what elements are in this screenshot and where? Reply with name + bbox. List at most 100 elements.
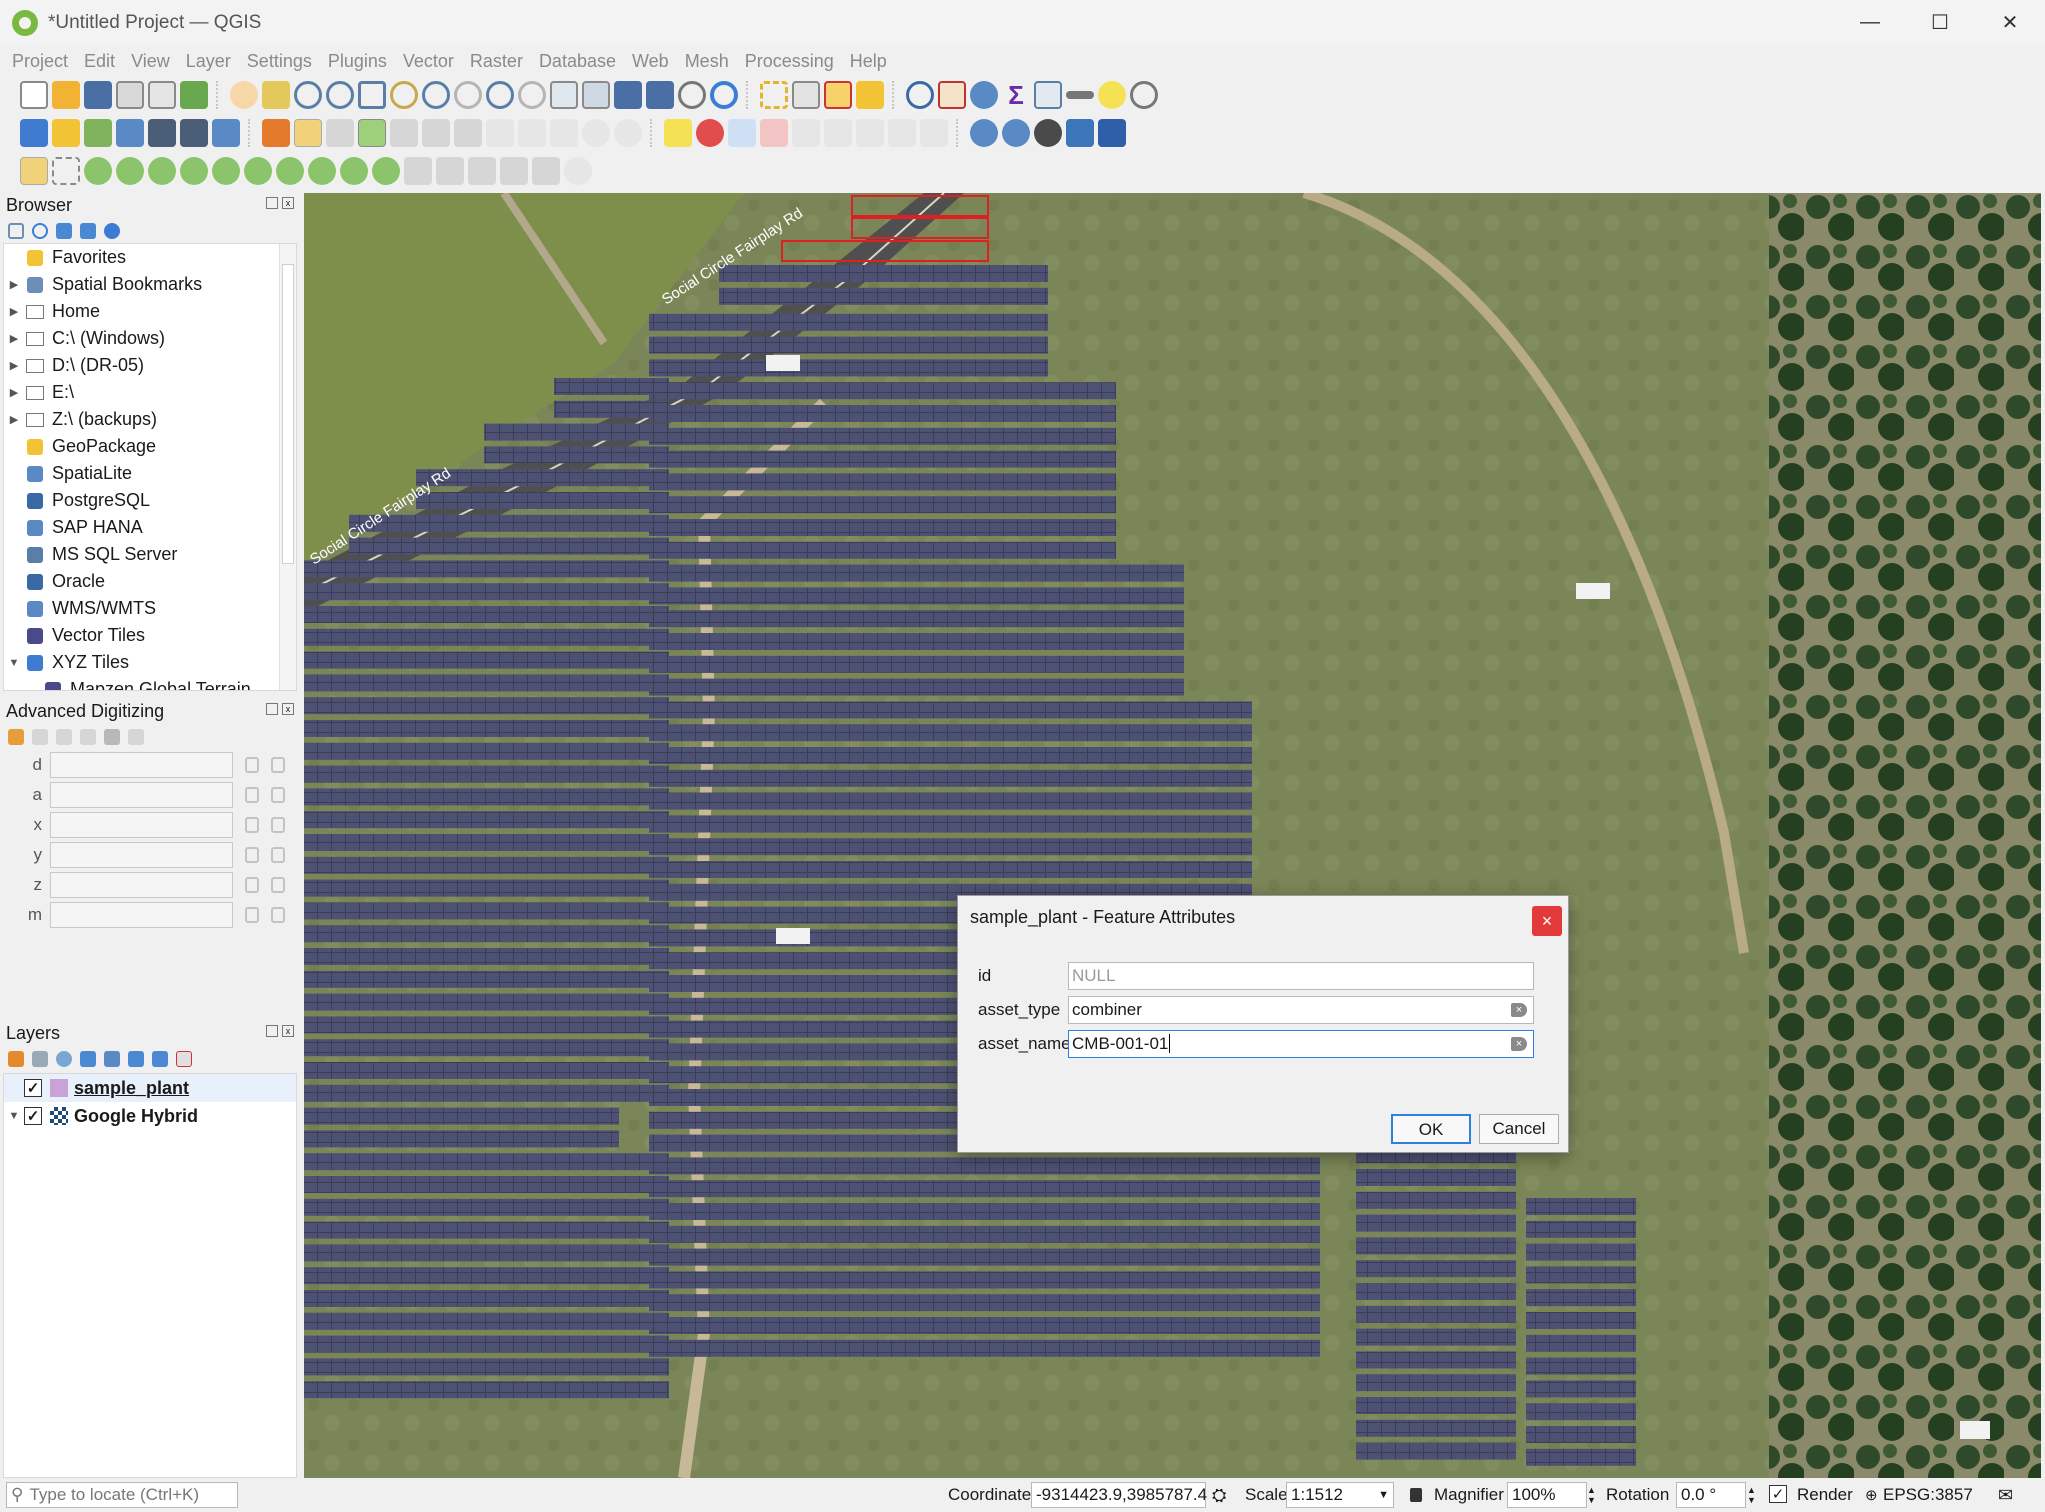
zoom-out-icon[interactable] <box>326 81 354 109</box>
undo-icon[interactable] <box>582 119 610 147</box>
lock-icon[interactable] <box>245 787 259 803</box>
repeat-lock-icon[interactable] <box>271 817 285 833</box>
identify-features-icon[interactable] <box>906 81 934 109</box>
expand-arrow-icon[interactable]: ▶ <box>4 386 24 399</box>
enable-advanced-digitizing-icon[interactable] <box>20 157 48 185</box>
vertex-tool-icon[interactable] <box>390 119 418 147</box>
digitizing-input-x[interactable] <box>50 812 233 838</box>
manage-map-themes-icon[interactable] <box>56 1051 72 1067</box>
browser-item[interactable]: Oracle <box>4 568 296 595</box>
satellite-imagery[interactable]: Social Circle Fairplay Rd Social Circle … <box>304 193 2041 1478</box>
menu-raster[interactable]: Raster <box>462 51 531 72</box>
browser-item[interactable]: SpatiaLite <box>4 460 296 487</box>
fill-ring-icon[interactable] <box>148 157 176 185</box>
menu-view[interactable]: View <box>123 51 178 72</box>
simplify-feature-icon[interactable] <box>532 157 560 185</box>
maximize-button[interactable]: ☐ <box>1905 0 1975 45</box>
split-features-icon[interactable] <box>308 157 336 185</box>
repeat-lock-icon[interactable] <box>271 847 285 863</box>
quickmapservices-icon[interactable] <box>1034 119 1062 147</box>
float-panel-icon[interactable] <box>266 1025 278 1037</box>
add-selected-layers-icon[interactable] <box>8 223 24 239</box>
collapse-all-layers-icon[interactable] <box>152 1051 168 1067</box>
perpendicular-icon[interactable] <box>80 729 96 745</box>
asset-name-field[interactable]: CMB-001-01 × <box>1068 1030 1534 1058</box>
add-vector-layer-icon[interactable] <box>212 119 240 147</box>
filter-legend-icon[interactable] <box>80 1051 96 1067</box>
browser-item[interactable]: ▶ Z:\ (backups) <box>4 406 296 433</box>
properties-info-icon[interactable] <box>104 223 120 239</box>
cancel-button[interactable]: Cancel <box>1479 1114 1559 1144</box>
select-features-icon[interactable] <box>760 81 788 109</box>
new-3d-view-icon[interactable] <box>582 81 610 109</box>
current-edits-icon[interactable] <box>262 119 290 147</box>
browser-item[interactable]: SAP HANA <box>4 514 296 541</box>
layer-visibility-checkbox[interactable]: ✓ <box>24 1079 42 1097</box>
lock-scale-icon[interactable] <box>1410 1488 1422 1502</box>
coordinate-field[interactable]: -9314423.9,3985787.4 <box>1031 1482 1207 1508</box>
new-geopackage-layer-icon[interactable] <box>52 119 80 147</box>
expand-layer-arrow[interactable]: ▼ <box>4 1110 24 1122</box>
rotate-label-icon[interactable] <box>856 119 884 147</box>
menu-database[interactable]: Database <box>531 51 624 72</box>
measure-line-icon[interactable] <box>1066 91 1094 99</box>
modify-attributes-icon[interactable] <box>422 119 450 147</box>
menu-vector[interactable]: Vector <box>395 51 462 72</box>
paste-features-icon[interactable] <box>550 119 578 147</box>
menu-web[interactable]: Web <box>624 51 677 72</box>
expand-arrow-icon[interactable]: ▶ <box>4 359 24 372</box>
lock-icon[interactable] <box>245 847 259 863</box>
open-layer-styling-icon[interactable] <box>8 1051 24 1067</box>
menu-processing[interactable]: Processing <box>737 51 842 72</box>
locator-search-icon[interactable] <box>1130 81 1158 109</box>
label-tool-icon[interactable] <box>920 119 948 147</box>
crs-globe-icon[interactable]: ⊕ <box>1865 1486 1878 1504</box>
expand-arrow-icon[interactable]: ▶ <box>4 305 24 318</box>
browser-item[interactable]: ▶ E:\ <box>4 379 296 406</box>
lock-icon[interactable] <box>245 907 259 923</box>
browser-scroll-thumb[interactable] <box>282 264 294 564</box>
shape-digitizing-icon[interactable] <box>52 157 80 185</box>
map-canvas[interactable]: Social Circle Fairplay Rd Social Circle … <box>304 193 2041 1478</box>
lock-icon[interactable] <box>245 757 259 773</box>
ok-button[interactable]: OK <box>1391 1114 1471 1144</box>
zoom-full-icon[interactable] <box>358 81 386 109</box>
asset-type-field[interactable]: combiner × <box>1068 996 1534 1024</box>
save-project-icon[interactable] <box>84 81 112 109</box>
lock-icon[interactable] <box>245 817 259 833</box>
locator-bar[interactable]: ⚲ Type to locate (Ctrl+K) <box>6 1482 238 1508</box>
pin-labels-icon[interactable] <box>760 119 788 147</box>
close-panel-icon[interactable]: x <box>282 703 294 715</box>
zoom-native-icon[interactable] <box>454 81 482 109</box>
pan-to-selection-icon[interactable] <box>262 81 290 109</box>
reverse-line-icon[interactable] <box>468 157 496 185</box>
merge-features-icon[interactable] <box>372 157 400 185</box>
offset-curve-icon[interactable] <box>276 157 304 185</box>
browser-tree[interactable]: Favorites ▶ Spatial Bookmarks ▶ Home ▶ C:\ (Wi… <box>3 243 297 691</box>
delete-selected-icon[interactable] <box>454 119 482 147</box>
new-map-view-icon[interactable] <box>550 81 578 109</box>
offset-point-symbols-icon[interactable] <box>436 157 464 185</box>
new-virtual-layer-icon[interactable] <box>148 119 176 147</box>
remove-layer-icon[interactable] <box>176 1051 192 1067</box>
zoom-in-icon[interactable] <box>294 81 322 109</box>
show-hide-labels-icon[interactable] <box>792 119 820 147</box>
highlight-pinned-labels-icon[interactable] <box>728 119 756 147</box>
show-bookmarks-icon[interactable] <box>646 81 674 109</box>
close-panel-icon[interactable]: x <box>282 197 294 209</box>
trim-extend-icon[interactable] <box>500 157 528 185</box>
magnifier-spinner-icon[interactable]: ▲ ▼ <box>1587 1485 1596 1505</box>
crs-button[interactable]: EPSG:3857 <box>1883 1485 1973 1505</box>
save-layer-edits-icon[interactable] <box>326 119 354 147</box>
layer-row-google-hybrid[interactable]: ▼ ✓ Google Hybrid <box>4 1102 296 1130</box>
browser-item[interactable]: ▶ D:\ (DR-05) <box>4 352 296 379</box>
browser-item[interactable]: ▶ Home <box>4 298 296 325</box>
style-manager-icon[interactable] <box>180 81 208 109</box>
deselect-all-icon[interactable] <box>824 81 852 109</box>
new-shapefile-layer-icon[interactable] <box>84 119 112 147</box>
repeat-lock-icon[interactable] <box>271 907 285 923</box>
menu-project[interactable]: Project <box>4 51 76 72</box>
menu-plugins[interactable]: Plugins <box>320 51 395 72</box>
move-label-icon[interactable] <box>824 119 852 147</box>
statistics-sigma-icon[interactable]: Σ <box>1002 81 1030 109</box>
